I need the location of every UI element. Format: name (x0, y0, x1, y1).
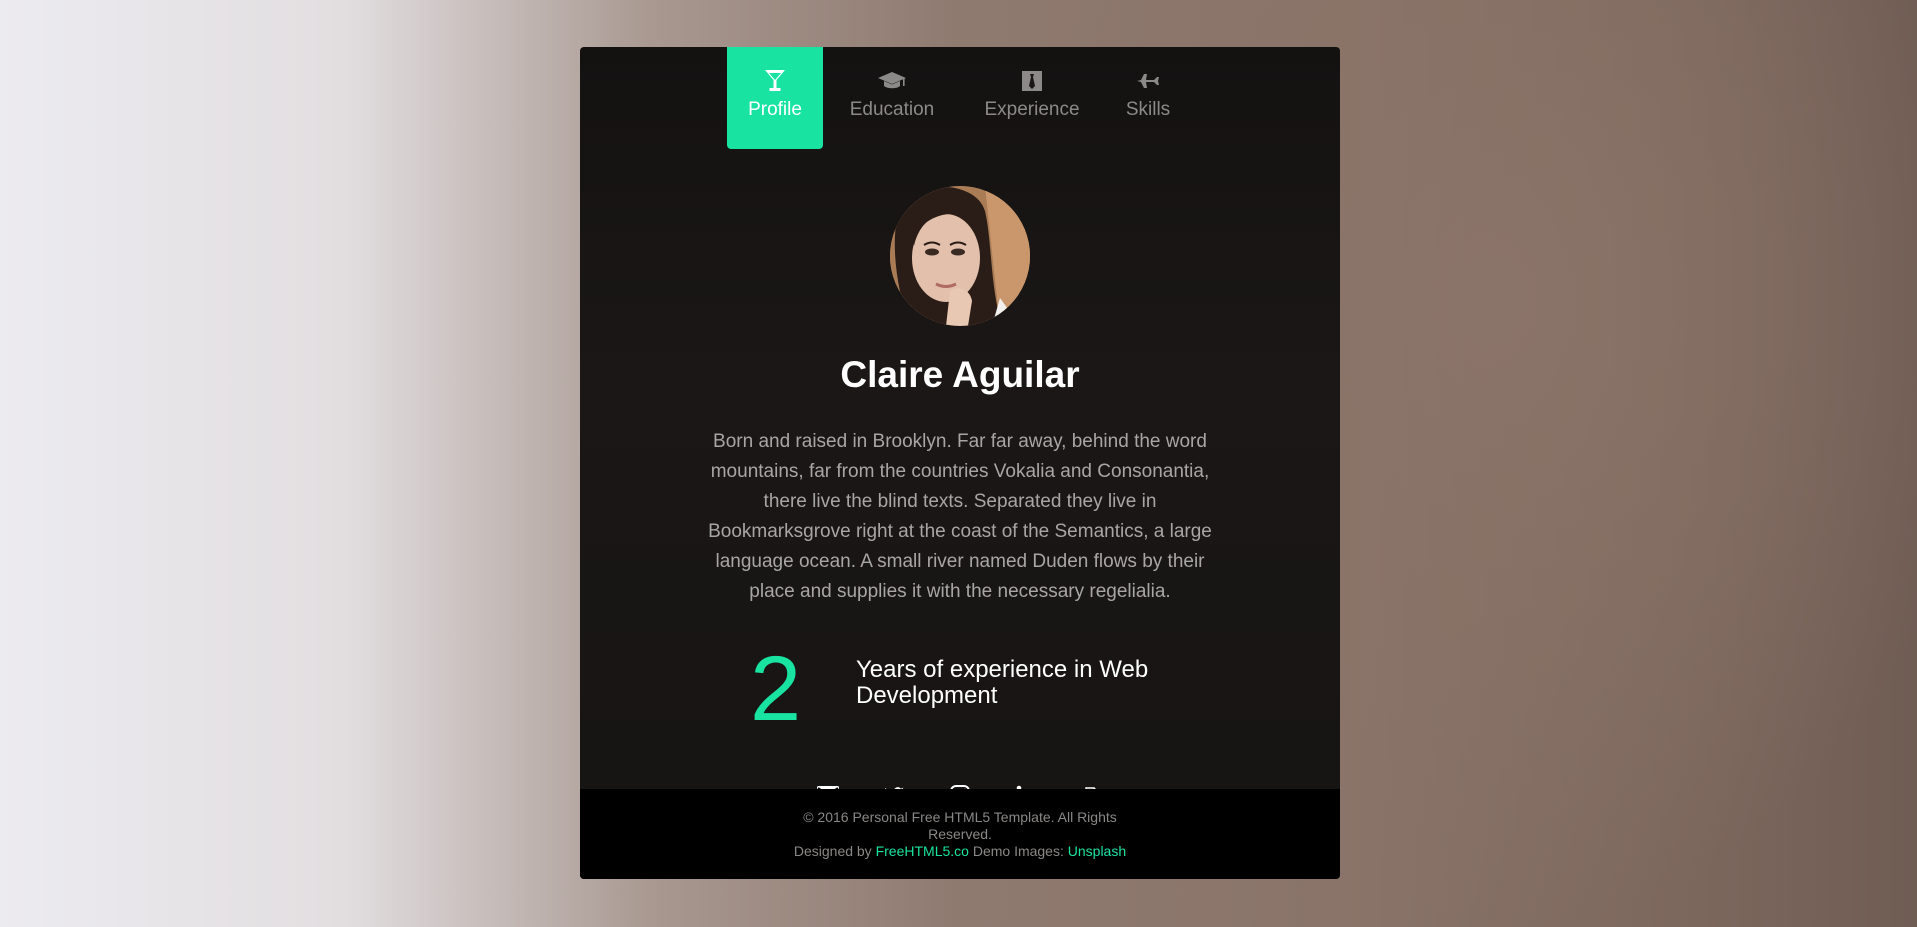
avatar (890, 186, 1030, 326)
unsplash-link[interactable]: Unsplash (1068, 843, 1126, 859)
tab-experience[interactable]: Experience (961, 47, 1103, 149)
tab-bar: Profile Education Experience Skills (580, 47, 1340, 149)
profile-bio: Born and raised in Brooklyn. Far far awa… (708, 431, 1212, 602)
footer: © 2016 Personal Free HTML5 Template. All… (580, 789, 1340, 879)
tab-skills-label: Skills (1125, 99, 1171, 120)
tab-experience-label: Experience (984, 99, 1080, 120)
profile-name: Claire Aguilar (840, 354, 1080, 395)
tab-profile-label: Profile (748, 99, 802, 120)
tab-education-label: Education (849, 99, 935, 120)
airplane-icon (1136, 67, 1160, 95)
footer-copyright: © 2016 Personal Free HTML5 Template. All… (803, 809, 1117, 842)
footer-credits: Designed by FreeHTML5.co Demo Images: Un… (580, 843, 1340, 860)
graduation-cap-icon (877, 67, 907, 95)
tab-education[interactable]: Education (823, 47, 961, 149)
profile-card: Profile Education Experience Skills Clai… (580, 47, 1340, 879)
demo-images-label: Demo Images: (972, 843, 1064, 859)
cocktail-icon (764, 67, 786, 95)
years-label: Years of experience in Web Development (856, 656, 1149, 709)
tab-skills[interactable]: Skills (1103, 47, 1193, 149)
tab-profile[interactable]: Profile (727, 47, 823, 149)
briefcase-icon (1022, 67, 1042, 95)
designed-by-label: Designed by (793, 843, 872, 859)
years-count: 2 (750, 638, 802, 740)
freehtml5-link[interactable]: FreeHTML5.co (876, 843, 969, 859)
